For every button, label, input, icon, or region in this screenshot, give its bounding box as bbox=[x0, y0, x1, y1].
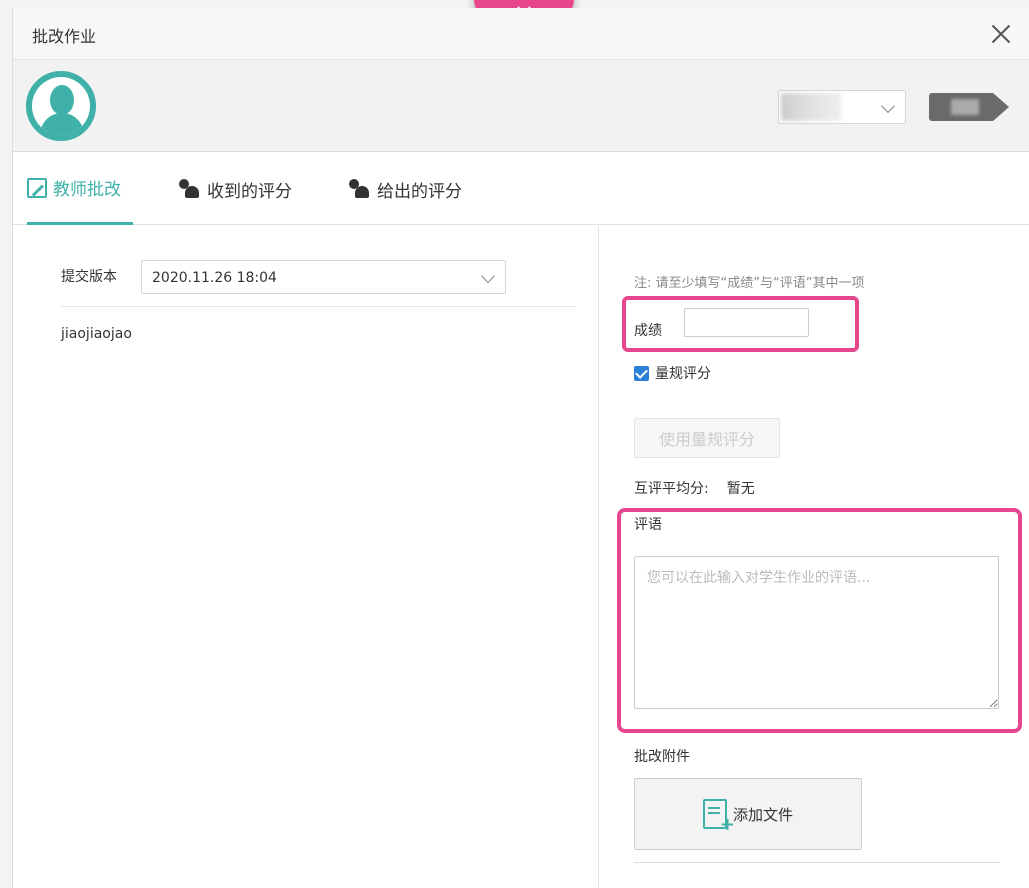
chevron-down-icon bbox=[480, 268, 496, 284]
rubric-label: 量规评分 bbox=[655, 366, 711, 382]
student-bar bbox=[13, 60, 1029, 152]
chevron-down-icon bbox=[880, 98, 896, 114]
close-icon[interactable] bbox=[989, 22, 1013, 46]
grading-pane: 注: 请至少填写“成绩”与“评语”其中一项 成绩 量规评分 使用量规评分 互评平… bbox=[599, 226, 1029, 888]
dialog-title: 批改作业 bbox=[32, 27, 97, 46]
use-rubric-button[interactable]: 使用量规评分 bbox=[634, 418, 780, 458]
submission-content: jiaojiaojao bbox=[61, 326, 132, 342]
student-select[interactable] bbox=[778, 90, 906, 124]
peer-average-value: 暂无 bbox=[726, 481, 755, 497]
divider bbox=[61, 306, 576, 307]
next-student-button[interactable] bbox=[929, 93, 1009, 121]
grading-note: 注: 请至少填写“成绩”与“评语”其中一项 bbox=[634, 276, 865, 291]
submission-pane: 提交版本 2020.11.26 18:04 jiaojiaojao bbox=[13, 226, 599, 888]
dialog-titlebar: 批改作业 bbox=[13, 8, 1029, 60]
tab-teacher-grading[interactable]: 教师批改 bbox=[27, 153, 133, 225]
attachment-label: 批改附件 bbox=[634, 749, 690, 765]
version-value: 2020.11.26 18:04 bbox=[152, 270, 277, 286]
avatar bbox=[26, 71, 96, 141]
add-file-icon bbox=[702, 799, 735, 835]
version-select[interactable]: 2020.11.26 18:04 bbox=[141, 260, 506, 294]
tab-label: 给出的评分 bbox=[377, 181, 462, 202]
divider bbox=[634, 862, 1000, 863]
people-pen-icon bbox=[347, 177, 371, 201]
score-highlight bbox=[622, 296, 859, 352]
edit-icon bbox=[27, 177, 47, 198]
tab-bar: 教师批改 收到的评分 给出的评分 bbox=[13, 153, 1029, 225]
tab-given-scores[interactable]: 给出的评分 bbox=[347, 153, 462, 225]
checkbox-checked-icon bbox=[634, 365, 649, 381]
comment-highlight bbox=[617, 508, 1022, 733]
tab-label: 收到的评分 bbox=[207, 181, 292, 202]
tab-received-scores[interactable]: 收到的评分 bbox=[177, 153, 292, 225]
grade-assignment-dialog: 批改作业 教师批改 收到的评分 给出的评分 提交版本 2020.11.26 18… bbox=[12, 8, 1029, 888]
peer-average-label: 互评平均分: bbox=[634, 481, 709, 497]
tab-label: 教师批改 bbox=[53, 180, 121, 200]
peer-average: 互评平均分: 暂无 bbox=[634, 478, 755, 498]
rubric-checkbox[interactable]: 量规评分 bbox=[634, 363, 711, 383]
add-file-label: 添加文件 bbox=[732, 805, 793, 824]
add-file-button[interactable]: 添加文件 bbox=[634, 778, 862, 850]
people-check-icon bbox=[177, 177, 201, 201]
version-label: 提交版本 bbox=[61, 269, 117, 285]
student-name-redacted bbox=[781, 93, 841, 121]
